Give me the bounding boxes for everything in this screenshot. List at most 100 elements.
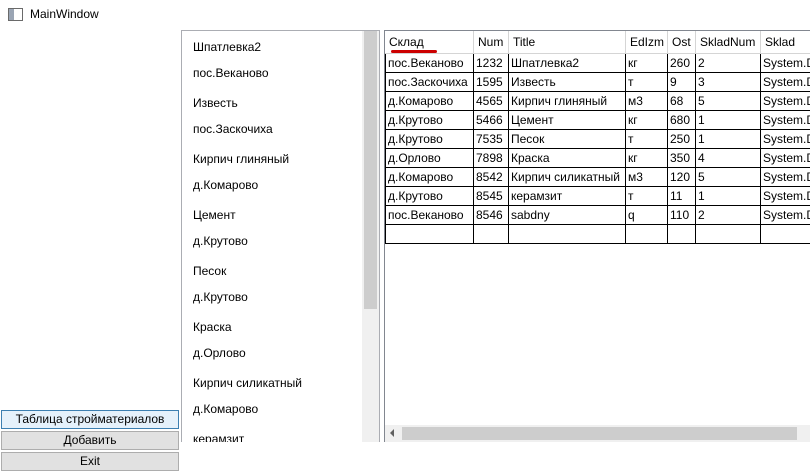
table-cell[interactable]: 3 bbox=[696, 73, 761, 92]
table-cell[interactable]: д.Комарово bbox=[385, 92, 474, 111]
list-item[interactable]: д.Крутово bbox=[193, 234, 248, 248]
list-item[interactable]: керамзит bbox=[193, 432, 244, 442]
table-cell[interactable]: 5466 bbox=[474, 111, 509, 130]
list-item[interactable]: Кирпич глиняный bbox=[193, 152, 289, 166]
list-item[interactable]: д.Крутово bbox=[193, 290, 248, 304]
table-cell[interactable]: пос.Веканово bbox=[385, 54, 474, 73]
table-cell[interactable] bbox=[761, 225, 810, 244]
table-cell[interactable]: 680 bbox=[668, 111, 696, 130]
table-cell[interactable] bbox=[668, 225, 696, 244]
table-cell[interactable]: System.D bbox=[761, 130, 810, 149]
list-item[interactable]: пос.Заскочиха bbox=[193, 122, 273, 136]
table-cell[interactable]: м3 bbox=[626, 168, 668, 187]
table-cell[interactable]: 1 bbox=[696, 187, 761, 206]
table-cell[interactable]: Известь bbox=[509, 73, 626, 92]
table-cell[interactable]: 68 bbox=[668, 92, 696, 111]
table-cell[interactable]: д.Крутово bbox=[385, 130, 474, 149]
table-cell[interactable]: 4565 bbox=[474, 92, 509, 111]
table-cell[interactable]: 8546 bbox=[474, 206, 509, 225]
table-cell[interactable]: System.D bbox=[761, 168, 810, 187]
table-cell[interactable]: 260 bbox=[668, 54, 696, 73]
exit-button[interactable]: Exit bbox=[1, 452, 179, 471]
add-button[interactable]: Добавить bbox=[1, 431, 179, 450]
table-cell[interactable]: 1232 bbox=[474, 54, 509, 73]
table-cell[interactable]: 11 bbox=[668, 187, 696, 206]
list-item[interactable]: д.Комарово bbox=[193, 402, 258, 416]
table-cell[interactable]: кг bbox=[626, 149, 668, 168]
table-cell[interactable]: 2 bbox=[696, 54, 761, 73]
table-cell[interactable]: 1 bbox=[696, 111, 761, 130]
table-cell[interactable]: 7535 bbox=[474, 130, 509, 149]
table-cell[interactable]: 120 bbox=[668, 168, 696, 187]
table-cell[interactable]: 110 bbox=[668, 206, 696, 225]
column-header[interactable]: SkladNum bbox=[696, 31, 761, 54]
table-cell[interactable]: м3 bbox=[626, 92, 668, 111]
table-cell[interactable]: д.Комарово bbox=[385, 168, 474, 187]
list-item[interactable]: Известь bbox=[193, 96, 238, 110]
table-cell[interactable]: пос.Заскочиха bbox=[385, 73, 474, 92]
table-cell[interactable]: 1595 bbox=[474, 73, 509, 92]
column-header[interactable]: EdIzm bbox=[626, 31, 668, 54]
list-item[interactable]: Песок bbox=[193, 264, 226, 278]
column-header[interactable]: Num bbox=[474, 31, 509, 54]
table-cell[interactable] bbox=[474, 225, 509, 244]
table-cell[interactable]: System.D bbox=[761, 92, 810, 111]
table-cell[interactable]: кг bbox=[626, 54, 668, 73]
table-cell[interactable]: 350 bbox=[668, 149, 696, 168]
list-vertical-scrollbar[interactable] bbox=[362, 31, 379, 442]
scroll-left-arrow-icon[interactable] bbox=[390, 429, 394, 437]
table-cell[interactable] bbox=[509, 225, 626, 244]
materials-listbox[interactable]: Шпатлевка2 пос.Веканово Известь пос.Заскочи… bbox=[181, 30, 380, 442]
table-cell[interactable]: 9 bbox=[668, 73, 696, 92]
table-cell[interactable]: 250 bbox=[668, 130, 696, 149]
list-scroll-thumb[interactable] bbox=[364, 31, 377, 309]
list-item[interactable]: пос.Веканово bbox=[193, 66, 269, 80]
materials-datagrid[interactable]: Склад Num Title EdIzm Ost SkladNum Sklad пос.В… bbox=[384, 30, 810, 442]
table-cell[interactable]: д.Орлово bbox=[385, 149, 474, 168]
list-item[interactable]: Цемент bbox=[193, 208, 236, 222]
list-item[interactable]: д.Комарово bbox=[193, 178, 258, 192]
table-cell[interactable]: пос.Веканово bbox=[385, 206, 474, 225]
table-cell[interactable]: 7898 bbox=[474, 149, 509, 168]
table-cell[interactable]: sabdny bbox=[509, 206, 626, 225]
table-cell[interactable]: кг bbox=[626, 111, 668, 130]
table-cell[interactable]: д.Крутово bbox=[385, 111, 474, 130]
table-cell[interactable]: 8542 bbox=[474, 168, 509, 187]
table-cell[interactable]: Цемент bbox=[509, 111, 626, 130]
grid-scroll-thumb[interactable] bbox=[402, 427, 797, 440]
table-cell[interactable]: System.D bbox=[761, 149, 810, 168]
table-cell[interactable]: Песок bbox=[509, 130, 626, 149]
table-cell[interactable] bbox=[385, 225, 474, 244]
table-cell[interactable]: т bbox=[626, 73, 668, 92]
column-header[interactable]: Title bbox=[509, 31, 626, 54]
table-cell[interactable]: q bbox=[626, 206, 668, 225]
table-cell[interactable]: 5 bbox=[696, 168, 761, 187]
table-cell[interactable] bbox=[626, 225, 668, 244]
list-item[interactable]: Шпатлевка2 bbox=[193, 40, 261, 54]
table-cell[interactable]: 1 bbox=[696, 130, 761, 149]
table-cell[interactable]: керамзит bbox=[509, 187, 626, 206]
table-cell[interactable]: Краска bbox=[509, 149, 626, 168]
list-item[interactable]: Краска bbox=[193, 320, 232, 334]
table-cell[interactable]: 8545 bbox=[474, 187, 509, 206]
list-item[interactable]: Кирпич силикатный bbox=[193, 376, 302, 390]
table-cell[interactable]: т bbox=[626, 187, 668, 206]
materials-table-button[interactable]: Таблица стройматериалов bbox=[1, 410, 179, 429]
table-cell[interactable]: System.D bbox=[761, 54, 810, 73]
column-header[interactable]: Ost bbox=[668, 31, 696, 54]
table-cell[interactable]: Шпатлевка2 bbox=[509, 54, 626, 73]
table-cell[interactable]: Кирпич силикатный bbox=[509, 168, 626, 187]
table-cell[interactable]: System.D bbox=[761, 206, 810, 225]
table-cell[interactable]: Кирпич глиняный bbox=[509, 92, 626, 111]
table-cell[interactable]: д.Крутово bbox=[385, 187, 474, 206]
list-item[interactable]: д.Орлово bbox=[193, 346, 246, 360]
column-header[interactable]: Sklad bbox=[761, 31, 810, 54]
table-cell[interactable] bbox=[696, 225, 761, 244]
grid-horizontal-scrollbar[interactable] bbox=[385, 425, 810, 442]
table-cell[interactable]: System.D bbox=[761, 187, 810, 206]
table-cell[interactable]: т bbox=[626, 130, 668, 149]
table-cell[interactable]: System.D bbox=[761, 111, 810, 130]
table-cell[interactable]: 4 bbox=[696, 149, 761, 168]
table-cell[interactable]: System.D bbox=[761, 73, 810, 92]
table-cell[interactable]: 2 bbox=[696, 206, 761, 225]
